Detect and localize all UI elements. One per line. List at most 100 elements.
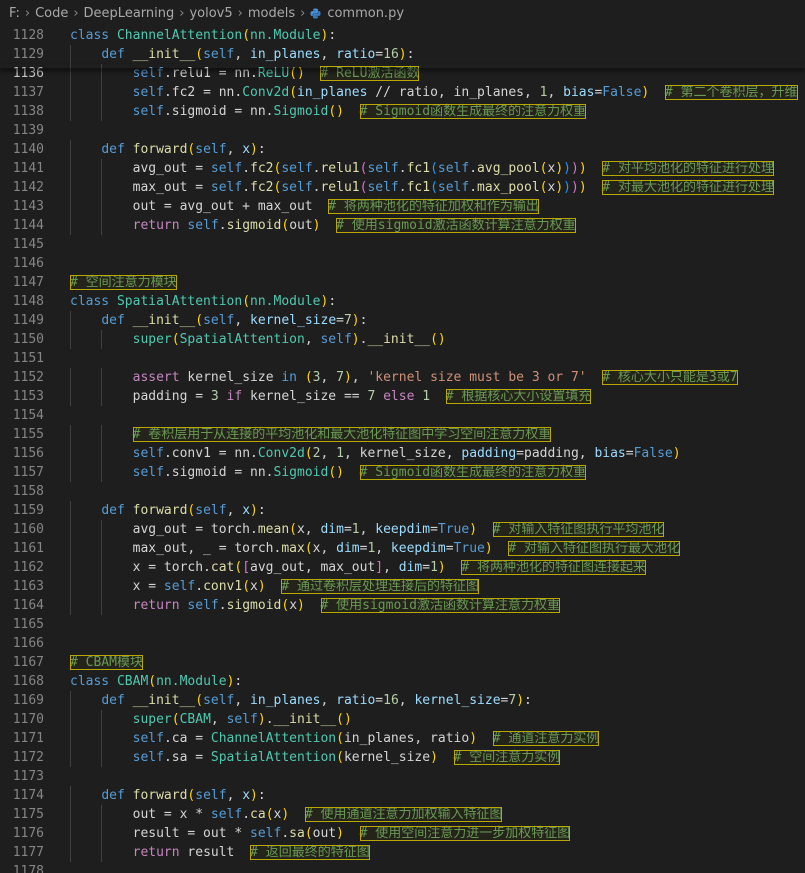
highlighted-comment: # 卷积层用于从连接的平均池化和最大池化特征图中学习空间注意力权重 [132, 427, 552, 442]
code-line[interactable]: 1165 [0, 615, 805, 634]
code-token: avg_pool [477, 161, 540, 176]
code-line[interactable]: 1164 return self.sigmoid(x) # 使用sigmoid激… [0, 596, 805, 615]
code-line[interactable]: 1146 [0, 254, 805, 273]
code-token: sigmoid [226, 598, 282, 613]
code-line[interactable]: 1139 [0, 121, 805, 140]
indent-guide [101, 577, 103, 596]
code-token: sigmoid [226, 218, 282, 233]
code-line[interactable]: 1174 def forward(self, x): [0, 786, 805, 805]
code-line[interactable]: 1161 max_out, _ = torch.max(x, dim=1, ke… [0, 539, 805, 558]
code-content [70, 121, 78, 140]
code-line[interactable]: 1178 [0, 862, 805, 873]
code-line[interactable]: 1159 def forward(self, x): [0, 501, 805, 520]
code-token: False [633, 446, 673, 461]
code-token: , [226, 503, 243, 518]
code-token: ) [555, 161, 564, 176]
code-line[interactable]: 1152 assert kernel_size in (3, 7), 'kern… [0, 368, 805, 387]
code-token: __init__ [132, 693, 196, 708]
code-line[interactable]: 1167 # CBAM模块 [0, 653, 805, 672]
code-content [70, 349, 78, 368]
code-line[interactable]: 1160 avg_out = torch.mean(x, dim=1, keep… [0, 520, 805, 539]
indent-guide [70, 83, 71, 102]
code-line[interactable]: 1145 [0, 235, 805, 254]
breadcrumb-folder-yolov5[interactable]: yolov5 [189, 6, 232, 21]
code-line[interactable]: 1140 def forward(self, x): [0, 140, 805, 159]
code-line[interactable]: 1171 self.ca = ChannelAttention(in_plane… [0, 729, 805, 748]
code-token: ( [242, 579, 251, 594]
highlighted-comment: # 第二个卷积层，升维 [664, 85, 798, 100]
breadcrumb-drive[interactable]: F: [9, 6, 20, 21]
code-token: nn.Module [156, 674, 227, 689]
code-token: ( [304, 826, 313, 841]
code-line[interactable]: 1169 def __init__(self, in_planes, ratio… [0, 691, 805, 710]
chevron-right-icon: › [24, 5, 31, 21]
breadcrumb-folder-models[interactable]: models [248, 6, 295, 21]
code-line[interactable]: 1138 self.sigmoid = nn.Sigmoid() # Sigmo… [0, 102, 805, 121]
code-token: . [218, 218, 227, 233]
code-line[interactable]: 1156 self.conv1 = nn.Conv2d(2, 1, kernel… [0, 444, 805, 463]
code-line[interactable]: 1155 # 卷积层用于从连接的平均池化和最大池化特征图中学习空间注意力权重 [0, 425, 805, 444]
indent-guide [70, 444, 71, 463]
code-line[interactable]: 1176 result = out * self.sa(out) # 使用空间注… [0, 824, 805, 843]
code-line[interactable]: 1150 super(SpatialAttention, self).__ini… [0, 330, 805, 349]
code-token: dim [320, 522, 344, 537]
code-token: ) [398, 47, 407, 62]
code-token: () [289, 66, 305, 81]
code-token: False [602, 85, 642, 100]
code-line[interactable]: 1162 x = torch.cat([avg_out, max_out], d… [0, 558, 805, 577]
code-line[interactable]: 1177 return result # 返回最终的特征图 [0, 843, 805, 862]
code-line[interactable]: 1147 # 空间注意力模块 [0, 273, 805, 292]
indent-guide [101, 710, 103, 729]
code-content: x = self.conv1(x) # 通过卷积层处理连接后的特征图 [70, 577, 479, 596]
code-line[interactable]: 1173 [0, 767, 805, 786]
code-token: ( [281, 598, 290, 613]
code-line[interactable]: 1168 class CBAM(nn.Module): [0, 672, 805, 691]
indent-guide [70, 691, 71, 710]
code-content: # CBAM模块 [70, 653, 143, 672]
code-token: 1 [422, 389, 431, 404]
code-line[interactable]: 1153 padding = 3 if kernel_size == 7 els… [0, 387, 805, 406]
code-line[interactable]: 1128 class ChannelAttention(nn.Module): [0, 26, 805, 45]
code-token: kernel_size [343, 750, 431, 765]
code-line[interactable]: 1143 out = avg_out + max_out # 将两种池化的特征加… [0, 197, 805, 216]
code-line[interactable]: 1172 self.sa = SpatialAttention(kernel_s… [0, 748, 805, 767]
code-editor[interactable]: 1128 class ChannelAttention(nn.Module): 11… [0, 26, 805, 873]
code-line[interactable]: 1137 self.fc2 = nn.Conv2d(in_planes // r… [0, 83, 805, 102]
code-line[interactable]: 1148 class SpatialAttention(nn.Module): [0, 292, 805, 311]
code-line[interactable]: 1157 self.sigmoid = nn.Sigmoid() # Sigmo… [0, 463, 805, 482]
breadcrumb-file[interactable]: common.py [327, 6, 404, 21]
code-token: ) [336, 826, 344, 841]
code-token: ) [281, 807, 290, 822]
indent-guide [70, 805, 71, 824]
code-line[interactable]: 1129 def __init__(self, in_planes, ratio… [0, 45, 805, 64]
code-line[interactable]: 1149 def __init__(self, kernel_size=7): [0, 311, 805, 330]
code-line[interactable]: 1136 self.relu1 = nn.ReLU() # ReLU激活函数 [0, 64, 805, 83]
code-token: self [132, 104, 164, 119]
indent-guide [101, 216, 103, 235]
code-line[interactable]: 1141 avg_out = self.fc2(self.relu1(self.… [0, 159, 805, 178]
code-token: ) [563, 180, 571, 195]
breadcrumb-folder-code[interactable]: Code [35, 6, 68, 21]
code-line[interactable]: 1170 super(CBAM, self).__init__() [0, 710, 805, 729]
code-token: = [422, 560, 431, 575]
code-token: .sigmoid = nn. [163, 104, 274, 119]
code-line[interactable]: 1142 max_out = self.fc2(self.relu1(self.… [0, 178, 805, 197]
code-line[interactable]: 1151 [0, 349, 805, 368]
code-content: self.ca = ChannelAttention(in_planes, ra… [70, 729, 600, 748]
code-line[interactable]: 1163 x = self.conv1(x) # 通过卷积层处理连接后的特征图 [0, 577, 805, 596]
code-line[interactable]: 1154 [0, 406, 805, 425]
code-line[interactable]: 1144 return self.sigmoid(out) # 使用sigmoi… [0, 216, 805, 235]
code-line[interactable]: 1175 out = x * self.ca(x) # 使用通道注意力加权输入特… [0, 805, 805, 824]
breadcrumb-folder-deeplearning[interactable]: DeepLearning [84, 6, 175, 21]
code-line[interactable]: 1158 [0, 482, 805, 501]
code-line[interactable]: 1166 [0, 634, 805, 653]
code-token: ( [539, 180, 548, 195]
code-token: max [281, 541, 305, 556]
code-token: class [70, 28, 117, 43]
line-number: 1137 [12, 85, 44, 100]
code-content [70, 482, 78, 501]
sticky-scroll-shadow [0, 64, 805, 68]
